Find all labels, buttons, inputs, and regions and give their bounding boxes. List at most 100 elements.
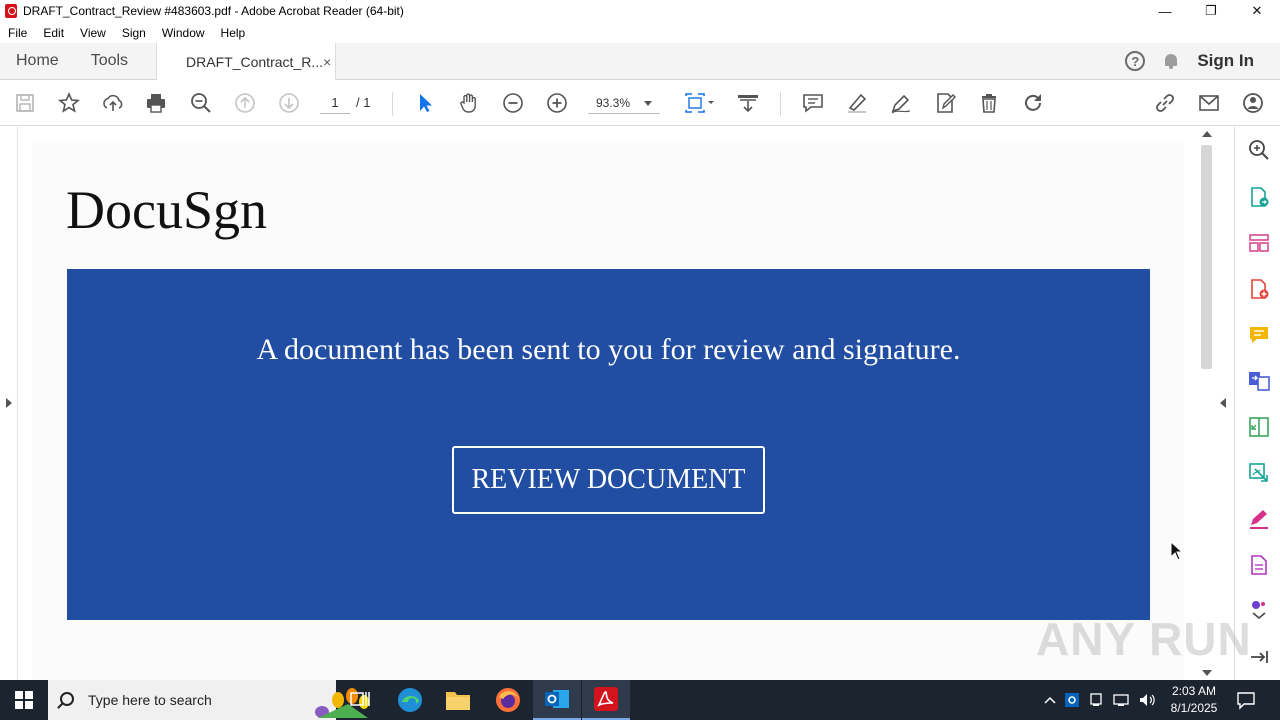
upload-icon[interactable]	[100, 90, 126, 116]
taskbar-file-explorer[interactable]	[434, 680, 482, 720]
edit-icon[interactable]	[932, 90, 958, 116]
document-icon[interactable]	[1247, 553, 1271, 577]
fit-page-icon[interactable]	[682, 90, 716, 116]
combine-files-icon[interactable]	[1247, 369, 1271, 393]
sign-pen-icon[interactable]	[888, 90, 914, 116]
tab-tools[interactable]: Tools	[75, 43, 144, 79]
tab-document[interactable]: DRAFT_Contract_R... ×	[156, 43, 337, 81]
acrobat-icon	[594, 687, 618, 711]
taskbar-outlook[interactable]	[533, 680, 581, 720]
menu-view[interactable]: View	[72, 26, 114, 40]
select-arrow-icon[interactable]	[412, 90, 438, 116]
search-zoom-icon[interactable]	[1247, 138, 1271, 162]
scroll-mode-icon[interactable]	[735, 90, 761, 116]
tab-home[interactable]: Home	[0, 43, 75, 79]
toolbar-divider	[392, 92, 393, 116]
taskbar-firefox[interactable]	[484, 680, 532, 720]
bookmark-star-icon[interactable]	[56, 90, 82, 116]
save-icon[interactable]	[12, 90, 38, 116]
delete-icon[interactable]	[976, 90, 1002, 116]
task-view-icon	[350, 692, 370, 706]
tray-device-icon[interactable]	[1088, 692, 1104, 708]
zoom-level-select[interactable]: 93.3%	[588, 92, 660, 114]
rotate-icon[interactable]	[1020, 90, 1046, 116]
menu-bar: File Edit View Sign Window Help	[0, 22, 1280, 43]
menu-sign[interactable]: Sign	[114, 26, 154, 40]
hand-icon[interactable]	[456, 90, 482, 116]
scan-icon[interactable]	[1247, 461, 1271, 485]
compress-icon[interactable]	[1247, 415, 1271, 439]
start-button[interactable]	[0, 680, 48, 720]
collapse-right-panel-icon[interactable]	[1220, 398, 1226, 408]
comment-icon[interactable]	[800, 90, 826, 116]
fill-sign-icon[interactable]	[1247, 507, 1271, 531]
acrobat-app-icon	[5, 4, 17, 18]
notification-bell-icon[interactable]	[1163, 52, 1179, 70]
anyrun-watermark: ANY RUN	[1036, 613, 1252, 665]
menu-edit[interactable]: Edit	[35, 26, 72, 40]
taskbar-edge[interactable]	[386, 680, 434, 720]
pdf-page: DocuSgn A document has been sent to you …	[32, 141, 1184, 680]
highlight-icon[interactable]	[844, 90, 870, 116]
outlook-icon	[545, 690, 569, 708]
export-pdf-icon[interactable]	[1247, 185, 1271, 209]
left-panel-toggle[interactable]	[0, 127, 18, 680]
brand-logo-text: DocuSgn	[66, 180, 267, 240]
tray-outlook-icon[interactable]	[1064, 692, 1080, 708]
document-viewer[interactable]: DocuSgn A document has been sent to you …	[0, 127, 1234, 680]
menu-window[interactable]: Window	[154, 26, 213, 40]
firefox-icon	[496, 688, 520, 712]
organize-pages-icon[interactable]	[1247, 231, 1271, 255]
tab-document-label: DRAFT_Contract_R...	[186, 54, 323, 70]
task-view-button[interactable]	[336, 680, 384, 720]
main-toolbar: 1 / 1 93.3%	[0, 80, 1280, 126]
window-titlebar: DRAFT_Contract_Review #483603.pdf - Adob…	[0, 0, 1280, 22]
volume-icon[interactable]	[1138, 692, 1156, 708]
prev-page-icon[interactable]	[232, 90, 258, 116]
page-number-input[interactable]: 1	[320, 92, 350, 114]
link-icon[interactable]	[1152, 90, 1178, 116]
scroll-down-icon[interactable]	[1202, 670, 1212, 676]
share-user-icon[interactable]	[1240, 90, 1266, 116]
comment-icon[interactable]	[1247, 323, 1271, 347]
system-tray	[1044, 680, 1156, 720]
expand-left-panel-icon[interactable]	[6, 398, 12, 408]
vertical-scrollbar[interactable]	[1197, 127, 1217, 680]
search-icon	[60, 692, 74, 706]
help-icon[interactable]: ?	[1125, 51, 1146, 71]
right-tools-panel	[1234, 127, 1280, 680]
clock-time: 2:03 AM	[1171, 684, 1217, 698]
taskbar-search-box[interactable]: Type here to search	[48, 680, 369, 720]
next-page-icon[interactable]	[276, 90, 302, 116]
windows-logo-icon	[15, 691, 33, 709]
document-banner: A document has been sent to you for revi…	[67, 269, 1150, 620]
taskbar-clock[interactable]: 2:03 AM 8/1/2025	[1166, 683, 1222, 717]
create-pdf-icon[interactable]	[1247, 277, 1271, 301]
zoom-out-icon[interactable]	[500, 90, 526, 116]
edge-browser-icon	[398, 688, 422, 712]
mail-icon[interactable]	[1196, 90, 1222, 116]
scroll-up-icon[interactable]	[1202, 131, 1212, 137]
close-window-button[interactable]: ✕	[1234, 0, 1280, 22]
chevron-down-icon	[644, 101, 652, 106]
menu-file[interactable]: File	[0, 26, 35, 40]
banner-message: A document has been sent to you for revi…	[256, 333, 961, 366]
zoom-search-icon[interactable]	[188, 90, 214, 116]
tray-overflow-chevron-icon[interactable]	[1044, 695, 1056, 705]
tab-bar: Home Tools DRAFT_Contract_R... × ? Sign …	[0, 43, 1280, 81]
taskbar-acrobat[interactable]	[582, 680, 630, 720]
menu-help[interactable]: Help	[213, 26, 254, 40]
tab-close-icon[interactable]: ×	[323, 54, 331, 70]
page-total: / 1	[356, 95, 371, 110]
mouse-cursor-icon	[1170, 540, 1184, 561]
clock-date: 8/1/2025	[1170, 701, 1218, 715]
print-icon[interactable]	[143, 90, 169, 116]
minimize-button[interactable]: —	[1142, 0, 1188, 22]
review-document-button[interactable]: REVIEW DOCUMENT	[452, 446, 765, 514]
network-icon[interactable]	[1112, 692, 1130, 708]
scrollbar-thumb[interactable]	[1201, 145, 1212, 369]
sign-in-button[interactable]: Sign In	[1197, 51, 1254, 71]
zoom-in-icon[interactable]	[544, 90, 570, 116]
notification-center-icon[interactable]	[1236, 690, 1256, 710]
maximize-button[interactable]: ❐	[1188, 0, 1234, 22]
